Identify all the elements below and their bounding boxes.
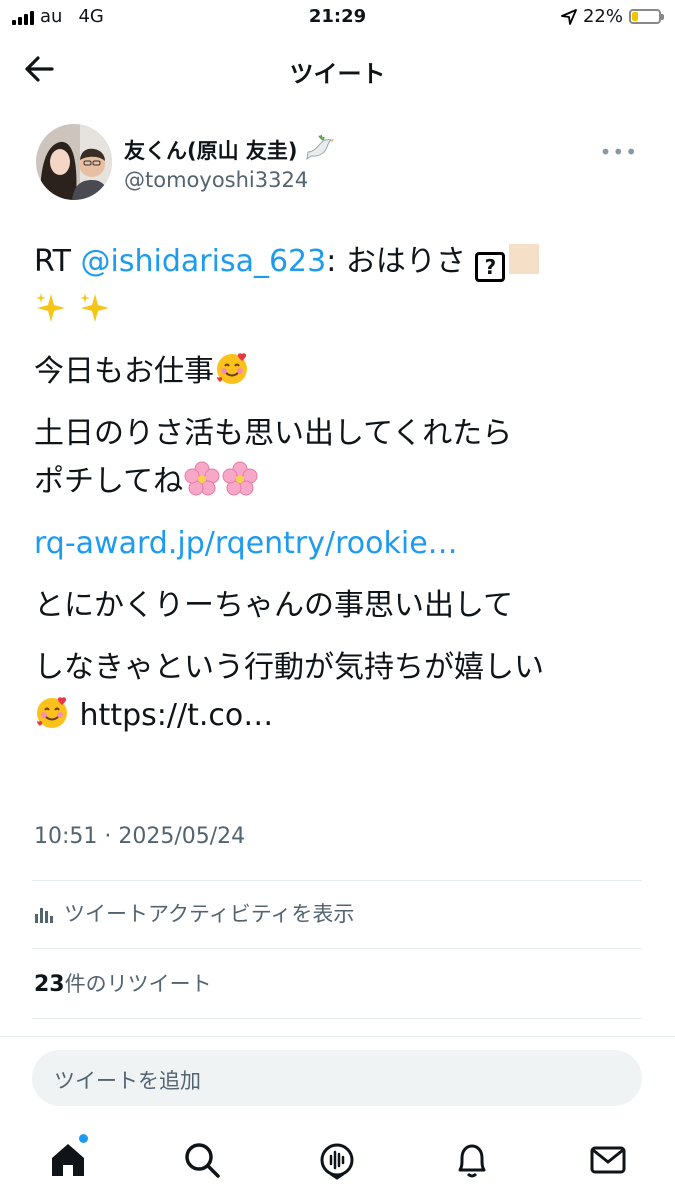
retweet-count: 23 xyxy=(34,972,65,997)
battery-percent: 22% xyxy=(582,6,623,27)
tab-home[interactable] xyxy=(48,1134,88,1180)
reply-input[interactable]: ツイートを追加 xyxy=(32,1050,642,1106)
tweet-line-pochi: ポチしてね xyxy=(34,458,644,506)
messages-icon xyxy=(590,1146,626,1174)
tweet-line-work: 今日もお仕事 xyxy=(34,348,644,396)
cherry-blossom-icon xyxy=(222,461,258,496)
analytics-label: ツイートアクティビティを表示 xyxy=(64,902,355,926)
tweet-line-remember: とにかくりーちゃんの事思い出して xyxy=(34,588,514,623)
divider xyxy=(32,880,642,881)
tweet-timestamp: 10:51 · 2025/05/24 xyxy=(34,824,246,849)
author-name-row[interactable]: 友くん(原山 友圭) xyxy=(124,134,335,165)
notifications-icon xyxy=(458,1144,486,1178)
tweet-line-tail: https://t.co… xyxy=(34,692,644,740)
tweet-line-sparkles xyxy=(34,286,644,334)
search-icon xyxy=(185,1143,220,1178)
rt-mention-link[interactable]: @ishidarisa_623 xyxy=(81,244,327,279)
spaces-icon xyxy=(320,1143,354,1180)
cherry-blossom-icon xyxy=(184,461,220,496)
top-nav: ツイート xyxy=(0,36,675,102)
reply-placeholder: ツイートを追加 xyxy=(54,1069,201,1093)
tweet-line-rt: RT @ishidarisa_623: おはりさ ? xyxy=(34,238,644,286)
retweet-count-link[interactable]: 23件のリツイート xyxy=(34,968,212,998)
work-text: 今日もお仕事 xyxy=(34,354,214,389)
sparkles-icon xyxy=(79,293,109,322)
tweet-line-weekend: 土日のりさ活も思い出してくれたら xyxy=(34,416,513,451)
avatar[interactable] xyxy=(36,124,112,200)
bar-chart-icon xyxy=(35,908,53,923)
tweet-author: 友くん(原山 友圭) @tomoyoshi3324 ••• xyxy=(36,124,646,204)
sparkles-icon xyxy=(36,293,65,322)
tweet-link-rqaward[interactable]: rq-award.jp/rqentry/rookie… xyxy=(34,520,644,568)
tweet-line-action: しなきゃという行動が気持ちが嬉しい xyxy=(34,650,544,685)
tab-search[interactable] xyxy=(182,1140,222,1180)
rt-text: : おはりさ xyxy=(326,244,466,279)
tab-spaces[interactable] xyxy=(317,1140,357,1180)
smiling-face-with-hearts-icon xyxy=(37,697,67,728)
smiling-face-with-hearts-icon xyxy=(217,353,247,384)
location-arrow-icon xyxy=(561,8,577,25)
tab-notifications[interactable] xyxy=(452,1140,492,1180)
author-handle[interactable]: @tomoyoshi3324 xyxy=(124,168,308,192)
dove-icon xyxy=(306,134,334,161)
page-title: ツイート xyxy=(289,60,386,88)
divider xyxy=(32,948,642,949)
avatar-photo-icon xyxy=(36,124,112,200)
rt-prefix: RT xyxy=(34,244,81,279)
display-name: 友くん(原山 友圭) xyxy=(124,139,298,163)
tweet-analytics-link[interactable]: ツイートアクティビティを表示 xyxy=(34,898,354,928)
bottom-tab-bar xyxy=(0,1130,675,1190)
divider xyxy=(32,1018,642,1019)
status-right: 22% xyxy=(561,6,664,27)
tweet-body: RT @ishidarisa_623: おはりさ ? 今日もお仕事 土日のりさ活… xyxy=(34,238,644,740)
home-icon xyxy=(52,1144,84,1176)
more-options-button[interactable]: ••• xyxy=(600,140,638,164)
status-bar: au 4G 21:29 22% xyxy=(0,0,675,36)
divider xyxy=(0,1036,675,1037)
skin-tone-swatch-icon xyxy=(509,244,540,274)
pochi-text: ポチしてね xyxy=(34,464,184,499)
unknown-glyph-icon: ? xyxy=(475,252,506,282)
tab-messages[interactable] xyxy=(588,1140,628,1180)
battery-icon xyxy=(629,9,664,24)
notification-dot xyxy=(79,1134,88,1143)
retweet-label: 件のリツイート xyxy=(64,972,212,996)
more-options-icon: ••• xyxy=(599,140,638,164)
battery-fill xyxy=(632,12,639,21)
tail-link[interactable]: https://t.co… xyxy=(70,698,274,733)
